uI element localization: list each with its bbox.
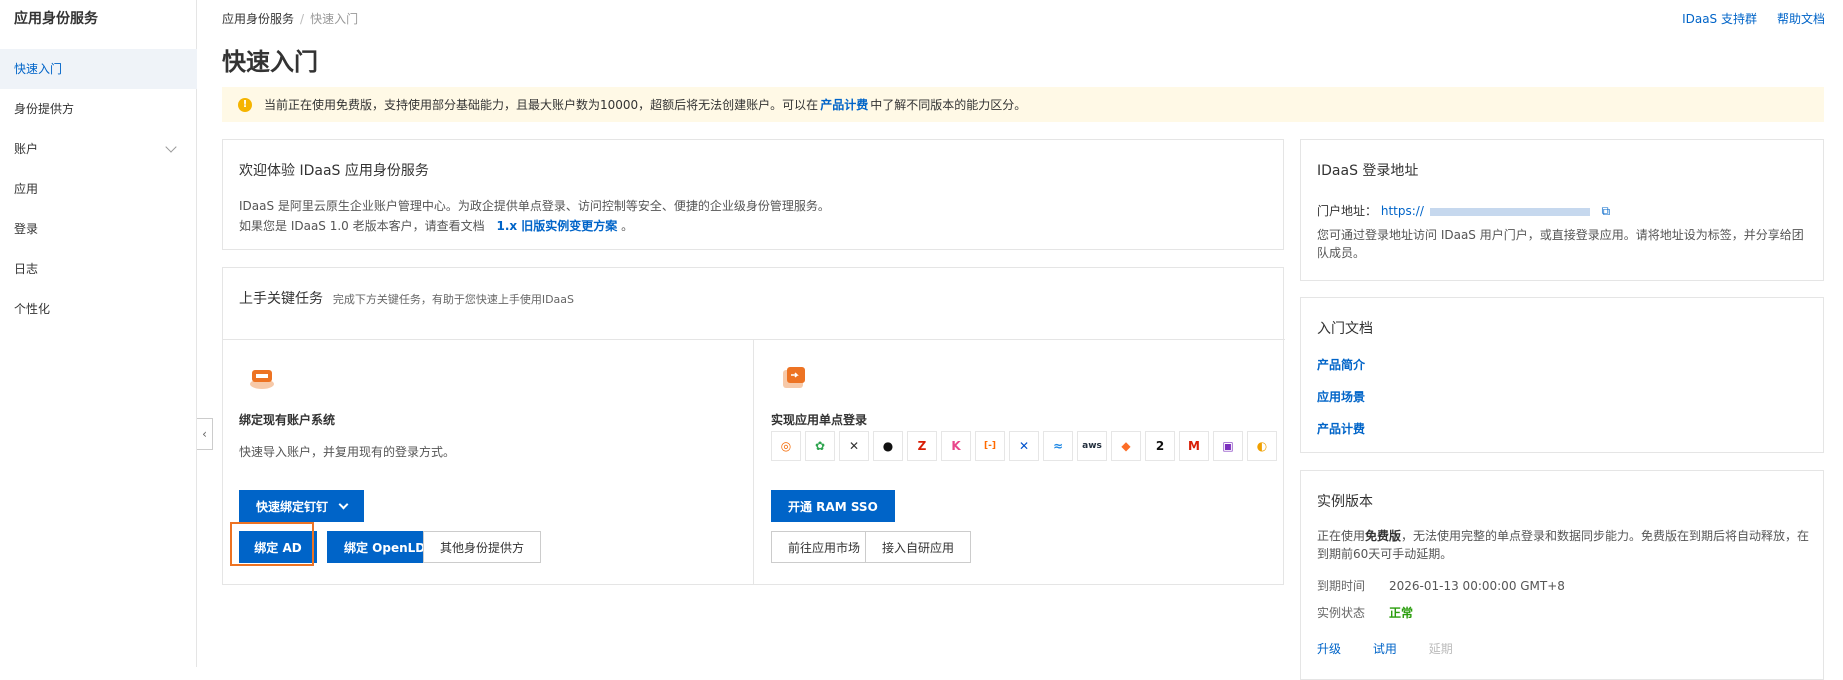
tasks-card: 上手关键任务 完成下方关键任务，有助于您快速上手使用IDaaS 绑定现有账户系统…: [222, 267, 1285, 585]
tasks-divider: [223, 339, 1285, 340]
sso-heading: 实现应用单点登录: [771, 413, 868, 427]
sidebar-item-label: 账户: [14, 142, 39, 156]
quick-bind-dingtalk-label: 快速绑定钉钉: [256, 500, 329, 514]
sidebar-item-personalization[interactable]: 个性化: [0, 289, 197, 329]
app-market-button[interactable]: 前往应用市场: [771, 531, 878, 563]
breadcrumb-item-current: 快速入门: [310, 12, 359, 26]
support-group-link[interactable]: IDaaS 支持群: [1682, 12, 1757, 26]
status-label: 实例状态: [1317, 606, 1366, 620]
docs-card: 入门文档 产品简介 应用场景 产品计费: [1300, 297, 1824, 453]
warning-icon: !: [238, 97, 252, 112]
app-purple-icon: ▣: [1213, 431, 1243, 461]
header-links: IDaaS 支持群 帮助文档: [1662, 10, 1825, 27]
welcome-card: 欢迎体验 IDaaS 应用身份服务 IDaaS 是阿里云原生企业账户管理中心。为…: [222, 139, 1284, 250]
instance-card-title: 实例版本: [1317, 494, 1373, 510]
notice-text: 当前正在使用免费版，支持使用部分基础能力，且最大账户数为10000，超额后将无法…: [264, 98, 819, 112]
tasks-column-divider: [753, 340, 754, 585]
page-title: 快速入门: [222, 48, 318, 76]
tasks-header: 上手关键任务 完成下方关键任务，有助于您快速上手使用IDaaS: [239, 288, 574, 308]
welcome-title: 欢迎体验 IDaaS 应用身份服务: [239, 163, 429, 179]
sidebar-item-login[interactable]: 登录: [0, 209, 197, 249]
tasks-subtitle: 完成下方关键任务，有助于您快速上手使用IDaaS: [332, 293, 575, 306]
sso-icon: [779, 364, 809, 392]
app-partial-icon: ◐: [1247, 431, 1277, 461]
breadcrumb: 应用身份服务 / 快速入门: [222, 10, 358, 27]
notice-pricing-link[interactable]: 产品计费: [820, 96, 868, 113]
tasks-title: 上手关键任务: [239, 291, 323, 307]
docs-card-title: 入门文档: [1317, 321, 1373, 337]
jenkins-icon: ✕: [839, 431, 869, 461]
aliyun-icon: [-]: [975, 431, 1005, 461]
doc-link-scenarios[interactable]: 应用场景: [1317, 388, 1365, 405]
instance-edition: 免费版: [1365, 529, 1402, 543]
other-idp-button[interactable]: 其他身份提供方: [423, 531, 542, 563]
sidebar-item-quickstart[interactable]: 快速入门: [0, 49, 197, 89]
legacy-migration-link[interactable]: 1.x 旧版实例变更方案: [496, 219, 617, 233]
gitlab-icon: ◆: [1111, 431, 1141, 461]
chevron-down-icon: [338, 499, 349, 510]
login-card-title: IDaaS 登录地址: [1317, 163, 1419, 179]
instance-desc-prefix: 正在使用: [1317, 529, 1366, 543]
help-docs-link[interactable]: 帮助文档: [1777, 12, 1825, 26]
instance-actions: 升级 试用 延期: [1317, 640, 1453, 657]
github-icon: ●: [873, 431, 903, 461]
sidebar-collapse-button[interactable]: ‹: [197, 418, 213, 450]
portal-address-row: 门户地址： https:// ⧉: [1317, 202, 1610, 219]
redacted-url-mask: [1429, 207, 1590, 216]
app-2-icon: 2: [1145, 431, 1175, 461]
expire-label: 到期时间: [1317, 579, 1366, 593]
confluence-flower-icon: ✿: [805, 431, 835, 461]
copy-icon[interactable]: ⧉: [1602, 204, 1611, 218]
chevron-left-icon: ‹: [202, 427, 207, 441]
login-card-desc: 您可通过登录地址访问 IDaaS 用户门户，或直接登录应用。请将地址设为标签，并…: [1317, 228, 1804, 260]
enable-ram-sso-button[interactable]: 开通 RAM SSO: [771, 490, 895, 522]
status-row: 实例状态 正常: [1317, 604, 1413, 621]
custom-app-button[interactable]: 接入自研应用: [865, 531, 972, 563]
main-content: 应用身份服务 / 快速入门 IDaaS 支持群 帮助文档 快速入门 ! 当前正在使用免…: [222, 0, 1843, 680]
app-icon-strip: ◎ ✿ ✕ ● Z K [-] ✕ ≈ aws ◆ 2 M ▣ ◐: [771, 431, 1281, 461]
breadcrumb-item-root[interactable]: 应用身份服务: [222, 12, 294, 26]
bind-accounts-desc: 快速导入账户，并复用现有的登录方式。: [239, 445, 456, 459]
extend-link[interactable]: 延期: [1429, 642, 1453, 656]
portal-url[interactable]: https://: [1381, 204, 1424, 218]
breadcrumb-separator: /: [300, 12, 305, 26]
jira-icon: ✕: [1009, 431, 1039, 461]
wave-icon: ≈: [1043, 431, 1073, 461]
instance-card: 实例版本 正在使用免费版，无法使用完整的单点登录和数据同步能力。免费版在到期后将…: [1300, 470, 1824, 680]
m-icon: M: [1179, 431, 1209, 461]
doc-link-pricing[interactable]: 产品计费: [1317, 420, 1365, 437]
bind-accounts-heading: 绑定现有账户系统: [239, 413, 336, 427]
instance-desc: 正在使用免费版，无法使用完整的单点登录和数据同步能力。免费版在到期后将自动释放，…: [1317, 527, 1812, 563]
portal-label: 门户地址：: [1317, 204, 1378, 218]
notice-text-tail: 中了解不同版本的能力区分。: [870, 98, 1027, 112]
highlight-box: [230, 522, 314, 566]
doc-link-intro[interactable]: 产品简介: [1317, 356, 1365, 373]
trial-link[interactable]: 试用: [1373, 642, 1397, 656]
account-system-icon: [247, 364, 277, 392]
upgrade-link[interactable]: 升级: [1317, 642, 1341, 656]
notice-banner: ! 当前正在使用免费版，支持使用部分基础能力，且最大账户数为10000，超额后将…: [222, 87, 1824, 122]
sidebar-title: 应用身份服务: [14, 11, 98, 27]
sidebar: 应用身份服务 快速入门 身份提供方 账户 应用 登录 日志 个性化: [0, 0, 197, 667]
status-badge: 正常: [1389, 606, 1414, 620]
sidebar-item-identity-providers[interactable]: 身份提供方: [0, 89, 197, 129]
chevron-down-icon: [165, 141, 177, 153]
welcome-legacy-text: 如果您是 IDaaS 1.0 老版本客户，请查看文档: [239, 219, 485, 233]
welcome-legacy-tail: 。: [621, 219, 634, 233]
expire-value: 2026-01-13 00:00:00 GMT+8: [1389, 579, 1565, 593]
zentao-icon: Z: [907, 431, 937, 461]
aws-icon: aws: [1077, 431, 1107, 461]
welcome-desc: IDaaS 是阿里云原生企业账户管理中心。为政企提供单点登录、访问控制等安全、便…: [239, 199, 830, 213]
sidebar-item-applications[interactable]: 应用: [0, 169, 197, 209]
expire-row: 到期时间 2026-01-13 00:00:00 GMT+8: [1317, 577, 1565, 594]
login-address-card: IDaaS 登录地址 门户地址： https:// ⧉ 您可通过登录地址访问 I…: [1300, 139, 1824, 281]
sidebar-item-logs[interactable]: 日志: [0, 249, 197, 289]
quick-bind-dingtalk-button[interactable]: 快速绑定钉钉: [239, 490, 365, 522]
kibana-icon: K: [941, 431, 971, 461]
grafana-icon: ◎: [771, 431, 801, 461]
welcome-legacy-line: 如果您是 IDaaS 1.0 老版本客户，请查看文档 1.x 旧版实例变更方案 …: [239, 217, 633, 234]
sidebar-item-accounts[interactable]: 账户: [0, 129, 197, 169]
